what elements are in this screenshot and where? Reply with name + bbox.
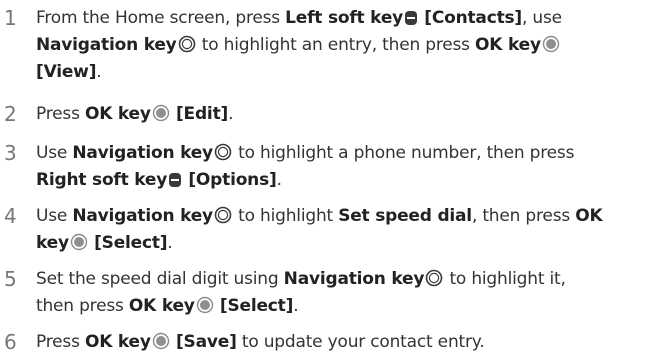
ok-key-icon — [152, 104, 170, 122]
step-number: 6 — [4, 330, 17, 354]
ok-key-icon — [152, 332, 170, 350]
step-text: From the Home screen, press Left soft ke… — [36, 5, 641, 86]
instruction-text: , then press — [471, 206, 576, 226]
key-label: OK key — [475, 35, 541, 55]
soft-key-icon — [404, 10, 418, 26]
key-label: [Select] — [219, 296, 294, 316]
key-label: OK key — [84, 104, 151, 124]
key-label: [Select] — [94, 233, 168, 253]
instruction-steps: 1 From the Home screen, press Left soft … — [0, 0, 649, 359]
key-label: Navigation key — [36, 35, 177, 55]
step-text: Use Navigation key to highlight a phone … — [36, 140, 641, 194]
instruction-text: to highlight a phone number, then press — [238, 143, 575, 163]
key-label: [Options] — [188, 170, 277, 190]
instruction-text: , use — [521, 8, 562, 28]
key-label: [View] — [36, 62, 97, 82]
instruction-text: then press — [36, 296, 129, 316]
instruction-text: to highlight it, — [449, 269, 566, 289]
instruction-text: Press — [36, 104, 85, 124]
key-label: key — [36, 233, 69, 253]
instruction-text: to highlight — [238, 206, 339, 226]
step-text: Press OK key [Save] to update your conta… — [36, 329, 641, 356]
key-label: [Save] — [175, 332, 237, 352]
step-text: Press OK key [Edit]. — [36, 101, 641, 128]
navigation-key-icon — [214, 143, 232, 161]
ok-key-icon — [196, 296, 214, 314]
instruction-text: to update your contact entry. — [236, 332, 485, 352]
instruction-text: . — [167, 233, 173, 253]
step-text: Set the speed dial digit using Navigatio… — [36, 266, 641, 320]
navigation-key-icon — [425, 269, 443, 287]
ok-key-icon — [70, 233, 88, 251]
soft-key-icon — [168, 172, 182, 188]
key-label: OK key — [128, 296, 195, 316]
step-number: 1 — [4, 6, 17, 30]
instruction-text: . — [276, 170, 282, 190]
key-label: OK — [575, 206, 603, 226]
navigation-key-icon — [178, 35, 196, 53]
key-label: Left soft key — [285, 8, 404, 28]
step-text: Use Navigation key to highlight Set spee… — [36, 203, 641, 257]
key-label: Right soft key — [36, 170, 168, 190]
ok-key-icon — [542, 35, 560, 53]
instruction-text: . — [228, 104, 234, 124]
key-label: Navigation key — [72, 143, 213, 163]
instruction-text: . — [293, 296, 299, 316]
step-number: 4 — [4, 204, 17, 228]
step-number: 3 — [4, 141, 17, 165]
key-label: Set speed dial — [338, 206, 472, 226]
instruction-text: Use — [36, 143, 73, 163]
navigation-key-icon — [214, 206, 232, 224]
step-number: 5 — [4, 267, 17, 291]
instruction-text: to highlight an entry, then press — [201, 35, 476, 55]
instruction-text: Press — [36, 332, 85, 352]
key-label: Navigation key — [283, 269, 425, 289]
key-label: OK key — [84, 332, 151, 352]
step-number: 2 — [4, 102, 17, 126]
instruction-text: From the Home screen, press — [36, 8, 286, 28]
key-label: [Contacts] — [424, 8, 522, 28]
instruction-text: . — [96, 62, 102, 82]
key-label: [Edit] — [175, 104, 229, 124]
key-label: Navigation key — [72, 206, 213, 226]
instruction-text: Set the speed dial digit using — [36, 269, 284, 289]
instruction-text: Use — [36, 206, 73, 226]
